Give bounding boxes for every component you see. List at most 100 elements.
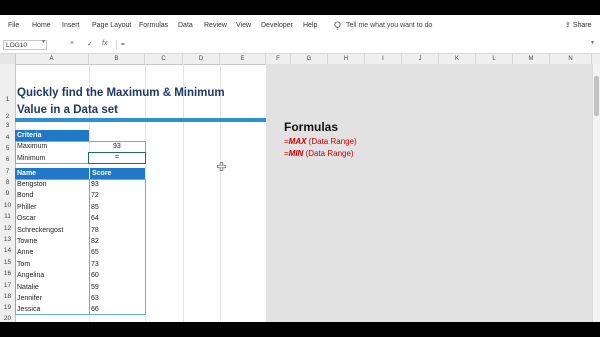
row-header-15[interactable]: 15 xyxy=(0,259,15,266)
formula-function: MAX xyxy=(288,137,307,146)
record-name[interactable]: Bond xyxy=(17,192,33,199)
record-score[interactable]: 93 xyxy=(91,181,99,188)
record-name[interactable]: Angelina xyxy=(17,272,44,279)
score-column-header[interactable]: Score xyxy=(89,168,145,179)
tell-me-search[interactable]: Tell me what you want to do xyxy=(346,22,432,29)
record-score[interactable]: 59 xyxy=(91,284,99,291)
row-header-16[interactable]: 16 xyxy=(0,270,15,277)
select-all-corner[interactable] xyxy=(0,54,16,64)
tab-insert[interactable]: Insert xyxy=(62,22,80,29)
record-name[interactable]: Schreckengost xyxy=(17,227,63,234)
record-name[interactable]: Anne xyxy=(17,249,33,256)
column-header-l[interactable]: L xyxy=(476,54,513,64)
record-score[interactable]: 82 xyxy=(91,238,99,245)
tab-home[interactable]: Home xyxy=(32,22,51,29)
minimum-value: = xyxy=(115,154,120,161)
share-button[interactable]: ⇪ Share xyxy=(565,21,592,29)
tab-help[interactable]: Help xyxy=(303,22,317,29)
record-name[interactable]: Towne xyxy=(17,238,37,245)
criteria-header[interactable]: Criteria xyxy=(15,130,89,141)
record-name[interactable]: Philler xyxy=(17,204,36,211)
column-header-k[interactable]: K xyxy=(439,54,476,64)
record-name[interactable]: Bengston xyxy=(17,181,47,188)
cancel-icon[interactable]: × xyxy=(70,40,74,47)
title-underline-bar xyxy=(15,118,266,122)
scrollbar-thumb[interactable] xyxy=(594,76,599,116)
record-name[interactable]: Jessica xyxy=(17,306,40,313)
column-header-e[interactable]: E xyxy=(220,54,266,64)
tab-review[interactable]: Review xyxy=(204,22,227,29)
row-header-17[interactable]: 17 xyxy=(0,282,15,289)
record-name[interactable]: Oscar xyxy=(17,215,36,222)
expand-formula-bar-icon[interactable]: ▼ xyxy=(590,40,595,46)
column-header-m[interactable]: M xyxy=(513,54,550,64)
formula-function: MIN xyxy=(288,149,304,158)
tab-developer[interactable]: Developer xyxy=(261,22,293,29)
vertical-scrollbar[interactable] xyxy=(592,64,600,322)
record-name[interactable]: Tom xyxy=(17,261,30,268)
column-header-g[interactable]: G xyxy=(291,54,328,64)
lightbulb-icon xyxy=(334,21,341,30)
row-header-13[interactable]: 13 xyxy=(0,236,15,243)
column-header-d[interactable]: D xyxy=(183,54,220,64)
record-name[interactable]: Jennifer xyxy=(17,295,42,302)
formula-argument: (Data Range) xyxy=(306,137,357,146)
cross-cursor-icon xyxy=(217,162,226,171)
row-header-10[interactable]: 10 xyxy=(0,202,15,209)
insert-function-icon[interactable]: fx xyxy=(102,40,107,47)
excel-window: File Home Insert Page Layout Formulas Da… xyxy=(0,15,600,322)
column-header-b[interactable]: B xyxy=(89,54,145,64)
row-header-1[interactable]: 1 xyxy=(0,96,15,103)
column-header-c[interactable]: C xyxy=(145,54,183,64)
column-header-n[interactable]: N xyxy=(550,54,592,64)
record-name[interactable]: Natalie xyxy=(17,284,39,291)
record-score[interactable]: 72 xyxy=(91,192,99,199)
column-header-j[interactable]: J xyxy=(402,54,439,64)
row-header-5[interactable]: 5 xyxy=(0,145,15,152)
row-header-18[interactable]: 18 xyxy=(0,293,15,300)
record-score[interactable]: 85 xyxy=(91,204,99,211)
column-header-a[interactable]: A xyxy=(15,54,89,64)
formulas-title: Formulas xyxy=(284,120,339,134)
record-score[interactable]: 65 xyxy=(91,249,99,256)
maximum-label[interactable]: Maximum xyxy=(17,143,47,150)
row-header-6[interactable]: 6 xyxy=(0,156,15,163)
row-header-12[interactable]: 12 xyxy=(0,225,15,232)
record-score[interactable]: 60 xyxy=(91,272,99,279)
column-header-h[interactable]: H xyxy=(328,54,365,64)
row-header-8[interactable]: 8 xyxy=(0,179,15,186)
record-score[interactable]: 66 xyxy=(91,306,99,313)
enter-icon[interactable]: ✓ xyxy=(87,40,93,48)
name-column-header[interactable]: Name xyxy=(15,168,89,179)
row-header-3[interactable]: 3 xyxy=(0,122,15,129)
tab-file[interactable]: File xyxy=(8,22,19,29)
gridline xyxy=(183,64,184,322)
row-header-14[interactable]: 14 xyxy=(0,247,15,254)
formula-bar: LOG10 ▼ × ✓ fx = ▼ xyxy=(0,37,600,54)
formula-input[interactable]: = xyxy=(116,40,594,50)
row-header-19[interactable]: 19 xyxy=(0,304,15,311)
maximum-value[interactable]: 93 xyxy=(113,143,121,150)
row-header-2[interactable]: 2 xyxy=(0,113,15,120)
row-header-9[interactable]: 9 xyxy=(0,190,15,197)
record-score[interactable]: 63 xyxy=(91,295,99,302)
tab-view[interactable]: View xyxy=(236,22,251,29)
sheet-title-line1: Quickly find the Maximum & Minimum xyxy=(17,87,225,99)
tab-formulas[interactable]: Formulas xyxy=(139,22,168,29)
column-header-f[interactable]: F xyxy=(266,54,291,64)
formula-min: =MIN (Data Range) xyxy=(284,149,354,158)
row-header-11[interactable]: 11 xyxy=(0,213,15,220)
record-score[interactable]: 64 xyxy=(91,215,99,222)
row-header-7[interactable]: 7 xyxy=(0,168,15,175)
chevron-down-icon[interactable]: ▼ xyxy=(41,39,46,45)
active-cell-b6[interactable]: = xyxy=(88,152,146,164)
minimum-label[interactable]: Minimum xyxy=(17,155,45,162)
tab-data[interactable]: Data xyxy=(178,22,193,29)
record-score[interactable]: 73 xyxy=(91,261,99,268)
tab-page-layout[interactable]: Page Layout xyxy=(92,22,131,29)
row-header-20[interactable]: 20 xyxy=(0,315,15,322)
data-table-divider xyxy=(89,179,90,315)
row-header-4[interactable]: 4 xyxy=(0,134,15,141)
record-score[interactable]: 78 xyxy=(91,227,99,234)
column-header-i[interactable]: I xyxy=(365,54,402,64)
